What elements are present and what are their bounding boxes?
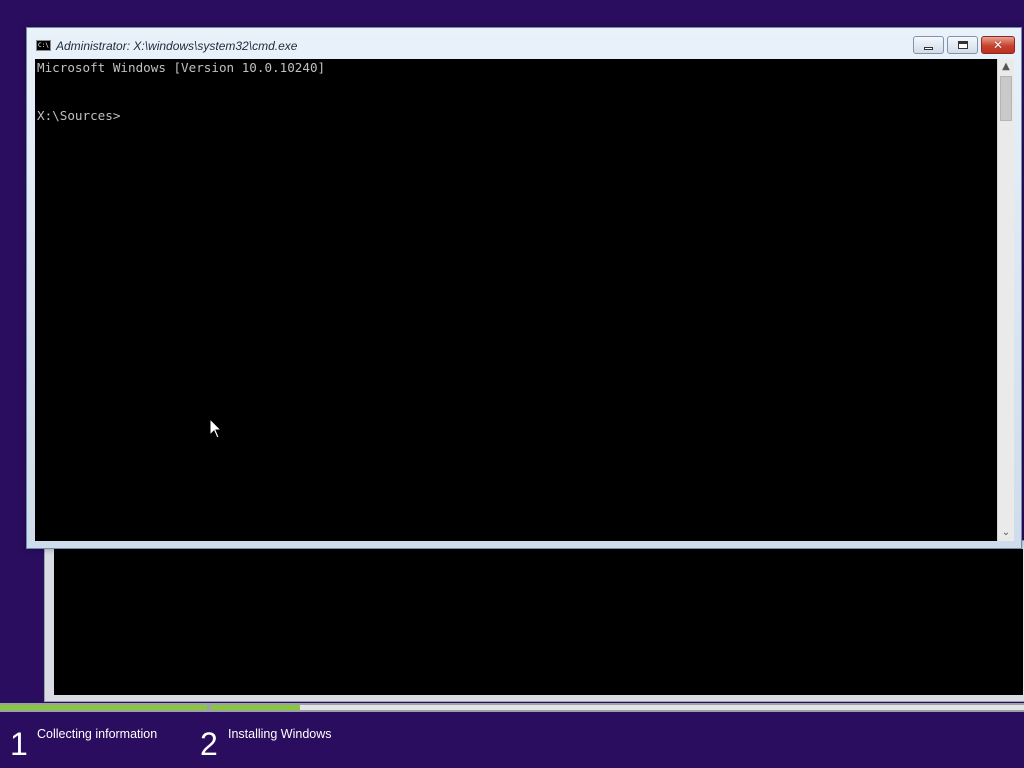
step-label: Collecting information: [37, 727, 158, 741]
maximize-icon: [957, 41, 968, 49]
title-bar[interactable]: C:\. Administrator: X:\windows\system32\…: [27, 28, 1021, 59]
window-title: Administrator: X:\windows\system32\cmd.e…: [56, 39, 298, 53]
progress-segment-1: [0, 705, 207, 710]
vertical-scrollbar[interactable]: ▲ ⌄: [997, 59, 1014, 541]
maximize-button[interactable]: [947, 36, 978, 54]
mouse-pointer-icon: [209, 418, 223, 439]
progress-segment-2: [211, 705, 1024, 710]
console-line-version: Microsoft Windows [Version 10.0.10240]: [37, 60, 326, 75]
progress-fill-1: [0, 705, 207, 710]
step-number: 1: [10, 726, 28, 762]
close-button[interactable]: ✕: [981, 36, 1015, 54]
scroll-thumb[interactable]: [1000, 76, 1012, 121]
close-icon: ✕: [992, 38, 1004, 52]
setup-steps: 1 Collecting information 2 Installing Wi…: [0, 712, 1024, 768]
progress-fill-2: [211, 705, 301, 710]
step-label: Installing Windows: [228, 727, 332, 741]
console-prompt[interactable]: X:\Sources>: [37, 108, 120, 124]
minimize-icon: [924, 46, 933, 50]
scroll-up-icon[interactable]: ▲: [998, 59, 1014, 75]
console-icon[interactable]: C:\.: [36, 40, 51, 51]
cmd-window: C:\. Administrator: X:\windows\system32\…: [26, 27, 1022, 549]
console-output[interactable]: Microsoft Windows [Version 10.0.10240] X…: [35, 59, 997, 541]
minimize-button[interactable]: [913, 36, 944, 54]
step-number: 2: [200, 726, 218, 762]
background-console-window: ⌄: [44, 540, 1024, 702]
setup-progress-bar: [0, 703, 1024, 712]
scroll-down-icon[interactable]: ⌄: [998, 525, 1014, 541]
background-console-area: [54, 549, 1024, 695]
